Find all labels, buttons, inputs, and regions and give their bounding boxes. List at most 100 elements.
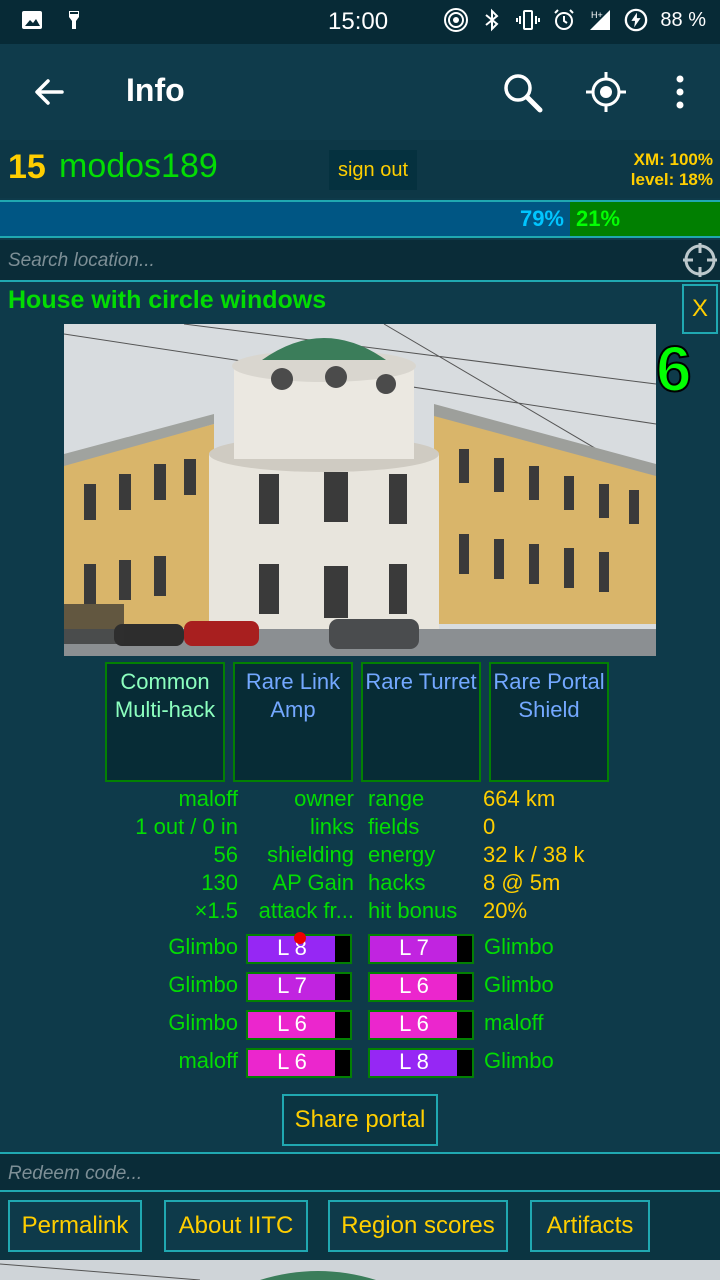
- mod-slot-4[interactable]: Rare Portal Shield: [489, 662, 609, 782]
- more-vert-icon[interactable]: [668, 70, 692, 114]
- xm-level: XM: 100%: [633, 150, 713, 169]
- resonator-level: L 6: [277, 1049, 307, 1074]
- level-progress: level: 18%: [630, 170, 713, 189]
- resonator-bar: L 6: [368, 972, 474, 1002]
- search-location-field[interactable]: Search location...: [0, 240, 720, 282]
- hacks-value: 8 @ 5m: [483, 870, 561, 895]
- redeem-placeholder: Redeem code...: [8, 1163, 143, 1184]
- resistance-score: 79%: [0, 202, 570, 236]
- redeem-code-field[interactable]: Redeem code...: [0, 1152, 720, 1192]
- hit-bonus-value: 20%: [483, 898, 528, 923]
- status-bar: 15:00 H+ 88 %: [0, 0, 720, 44]
- resonator-row: Glimbo L 8 L 7 Glimbo: [0, 930, 720, 968]
- about-iitc-button[interactable]: About IITC: [164, 1200, 308, 1252]
- resonator-bar: L 6: [368, 1010, 474, 1040]
- stat-row: ×1.5 attack fr... hit bonus 20%: [0, 898, 720, 926]
- player-xm-status: XM: 100% level: 18%: [631, 150, 713, 190]
- stat-label: links: [309, 814, 354, 839]
- ap-gain-value: 130: [201, 870, 238, 895]
- app-toolbar: Info: [0, 44, 720, 140]
- faction-score-bar: 79% 21%: [0, 200, 720, 238]
- crosshair-icon[interactable]: [682, 242, 718, 278]
- clock: 15:00: [328, 8, 389, 35]
- page-title: Info: [126, 72, 185, 108]
- player-info: 15 modos189 sign out XM: 100% level: 18%: [0, 140, 720, 198]
- search-placeholder: Search location...: [8, 250, 155, 271]
- stat-row: 1 out / 0 in links fields 0: [0, 814, 720, 842]
- share-portal-button[interactable]: Share portal: [282, 1094, 438, 1146]
- resonator-bar: L 8: [246, 932, 352, 964]
- image-icon: [20, 8, 44, 32]
- mod-slot-3[interactable]: Rare Turret: [361, 662, 481, 782]
- resonator-owner[interactable]: Glimbo: [168, 972, 238, 998]
- resonator-bar: L 7: [368, 934, 474, 964]
- shielding-value: 56: [213, 842, 238, 867]
- resonator-bar: L 7: [246, 972, 352, 1002]
- resonator-bar: L 6: [246, 1010, 352, 1040]
- resonator-owner[interactable]: Glimbo: [168, 934, 238, 960]
- resonator-owner[interactable]: maloff: [178, 1048, 238, 1074]
- alarm-icon: [552, 8, 576, 32]
- portal-mods: Common Multi-hack Rare Link Amp Rare Tur…: [105, 662, 609, 782]
- portal-level: 6: [655, 332, 693, 406]
- resonator-owner[interactable]: Glimbo: [168, 1010, 238, 1036]
- bluetooth-icon: [480, 8, 504, 32]
- owner-value[interactable]: maloff: [178, 786, 238, 812]
- resonator-level: L 7: [277, 973, 307, 998]
- resonator-level: L 8: [399, 1049, 429, 1074]
- portal-title: House with circle windows: [8, 286, 327, 314]
- stat-label: hacks: [368, 870, 426, 895]
- region-scores-button[interactable]: Region scores: [328, 1200, 508, 1252]
- stat-row: 56 shielding energy 32 k / 38 k: [0, 842, 720, 870]
- stat-row: maloff owner range 664 km: [0, 786, 720, 814]
- vibrate-icon: [516, 8, 541, 32]
- energy-value: 32 k / 38 k: [483, 842, 585, 867]
- stat-row: 130 AP Gain hacks 8 @ 5m: [0, 870, 720, 898]
- enlightened-score: 21%: [570, 202, 720, 236]
- stat-label: AP Gain: [272, 870, 354, 895]
- mod-slot-2[interactable]: Rare Link Amp: [233, 662, 353, 782]
- hotspot-icon: [444, 8, 469, 32]
- signal-icon: H+: [588, 8, 612, 32]
- player-nickname: modos189: [59, 147, 218, 185]
- sign-out-button[interactable]: sign out: [329, 150, 417, 190]
- battery-level: 88 %: [660, 8, 706, 31]
- toolbox-links: Permalink About IITC Region scores Artif…: [0, 1192, 720, 1260]
- resonator-level: L 6: [399, 973, 429, 998]
- fields-value: 0: [483, 814, 496, 839]
- resonator-level: L 6: [399, 1011, 429, 1036]
- resonator-owner[interactable]: Glimbo: [484, 934, 554, 960]
- close-button[interactable]: X: [682, 284, 718, 334]
- mod-slot-1[interactable]: Common Multi-hack: [105, 662, 225, 782]
- battery-icon: [624, 8, 648, 32]
- artifacts-button[interactable]: Artifacts: [530, 1200, 650, 1252]
- resonator-owner[interactable]: Glimbo: [484, 1048, 554, 1074]
- resonator-owner[interactable]: maloff: [484, 1010, 544, 1036]
- stat-label: hit bonus: [368, 898, 458, 923]
- stat-label: range: [368, 786, 425, 811]
- resonator-level: L 6: [277, 1011, 307, 1036]
- resonator-row: maloff L 6 L 8 Glimbo: [0, 1044, 720, 1082]
- stat-label: attack fr...: [258, 898, 354, 923]
- svg-text:H+: H+: [591, 10, 603, 20]
- resonator-bar: L 6: [246, 1048, 352, 1078]
- thumb-icon: [62, 8, 86, 32]
- stat-label: fields: [368, 814, 420, 839]
- back-arrow-icon[interactable]: [30, 72, 70, 112]
- map-preview: [0, 1260, 720, 1280]
- links-value: 1 out / 0 in: [135, 814, 238, 839]
- resonator-level: L 7: [399, 935, 429, 960]
- search-icon[interactable]: [500, 70, 544, 114]
- stat-label: owner: [294, 786, 354, 811]
- locate-icon[interactable]: [584, 70, 628, 114]
- attack-frequency-value: ×1.5: [194, 898, 238, 923]
- portal-image: [64, 324, 656, 656]
- range-value[interactable]: 664 km: [483, 786, 555, 812]
- resonator-owner[interactable]: Glimbo: [484, 972, 554, 998]
- resonator-row: Glimbo L 7 L 6 Glimbo: [0, 968, 720, 1006]
- permalink-button[interactable]: Permalink: [8, 1200, 142, 1252]
- player-level: 15: [8, 148, 46, 186]
- stat-label: shielding: [267, 842, 354, 867]
- resonator-bar: L 8: [368, 1048, 474, 1078]
- resonator-row: Glimbo L 6 L 6 maloff: [0, 1006, 720, 1044]
